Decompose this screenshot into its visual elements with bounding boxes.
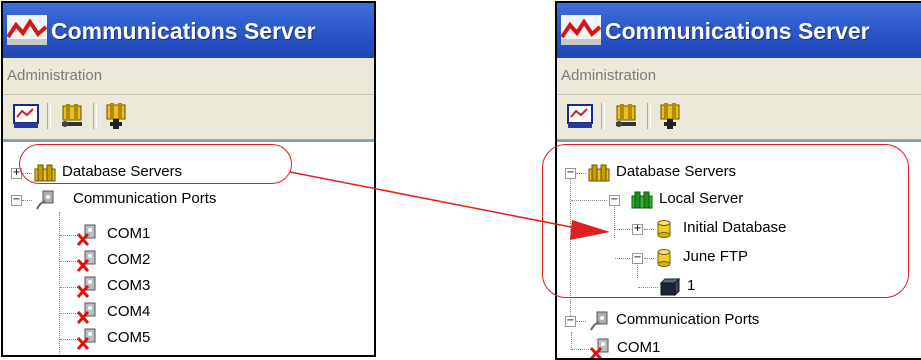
disconnected-port-icon <box>76 224 96 246</box>
toolbar <box>3 95 374 140</box>
window-title: Communications Server <box>605 18 870 44</box>
app-logo-icon <box>7 15 47 45</box>
title-bar[interactable]: Communications Server <box>3 3 374 58</box>
tree-item-com5[interactable]: COM5 <box>3 328 203 350</box>
window-title: Communications Server <box>51 18 316 44</box>
monitor-icon[interactable] <box>565 101 595 131</box>
toolbar-separator <box>47 103 51 129</box>
tree-label: COM1 <box>107 225 151 242</box>
disconnected-port-icon <box>76 276 96 298</box>
collapse-toggle[interactable]: − <box>565 316 576 327</box>
tree-label: COM4 <box>107 303 151 320</box>
collapse-toggle[interactable]: − <box>11 195 22 206</box>
menu-bar: Administration <box>3 58 374 95</box>
tree-item-com4[interactable]: COM4 <box>3 302 203 324</box>
add-server-icon[interactable] <box>101 101 131 131</box>
toolbar-separator <box>647 103 651 129</box>
tree-label: Communication Ports <box>73 190 217 207</box>
db-tool-icon[interactable] <box>611 101 641 131</box>
tree-item-com3[interactable]: COM3 <box>3 276 203 298</box>
toolbar-separator <box>93 103 97 129</box>
menu-administration[interactable]: Administration <box>561 67 656 84</box>
tree-item-communication-ports[interactable]: − Communication Ports <box>557 310 897 332</box>
communication-ports-icon <box>36 190 54 210</box>
callout-left <box>19 144 292 184</box>
title-bar[interactable]: Communications Server <box>557 3 921 58</box>
monitor-icon[interactable] <box>11 101 41 131</box>
menu-bar: Administration <box>557 58 921 95</box>
tree-label: Communication Ports <box>616 311 760 328</box>
disconnected-port-icon <box>589 338 609 358</box>
tree-item-communication-ports[interactable]: − Communication Ports <box>3 189 323 211</box>
tree-item-com2[interactable]: COM2 <box>3 250 203 272</box>
tree-label: COM5 <box>107 329 151 346</box>
menu-administration[interactable]: Administration <box>7 67 102 84</box>
toolbar <box>557 95 921 140</box>
tree-label: COM1 <box>617 339 661 356</box>
app-logo-icon <box>561 15 601 45</box>
toolbar-separator <box>601 103 605 129</box>
tree-label: COM2 <box>107 251 151 268</box>
tree-label: COM3 <box>107 277 151 294</box>
communication-ports-icon <box>590 311 608 331</box>
add-server-icon[interactable] <box>655 101 685 131</box>
disconnected-port-icon <box>76 302 96 324</box>
tree-item-com1[interactable]: COM1 <box>3 224 203 246</box>
db-tool-icon[interactable] <box>57 101 87 131</box>
disconnected-port-icon <box>76 250 96 272</box>
callout-right <box>542 144 909 298</box>
tree-item-com1[interactable]: COM1 <box>557 332 757 358</box>
disconnected-port-icon <box>76 328 96 350</box>
